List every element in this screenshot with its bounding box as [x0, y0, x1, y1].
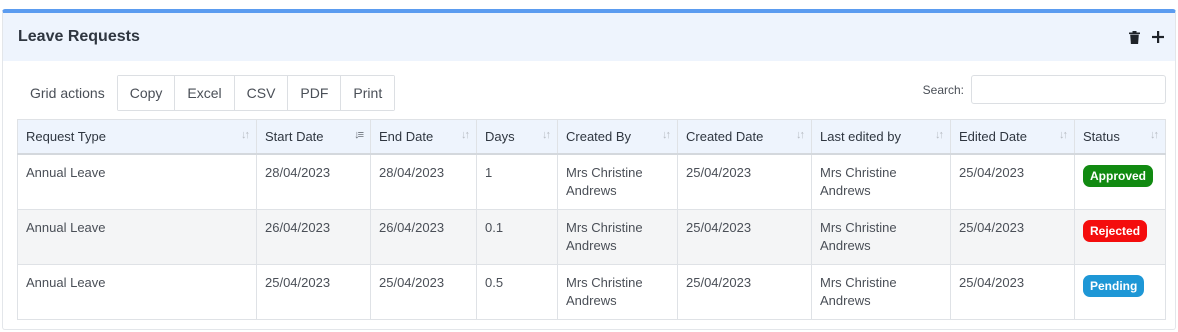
column-header-request-type[interactable]: Request Type ↓↑	[17, 119, 257, 155]
cell-edited-date: 25/04/2023	[950, 263, 1075, 320]
sort-descending-icon: ↓≡	[354, 129, 364, 141]
column-header-status[interactable]: Status ↓↑	[1074, 119, 1166, 155]
cell-edited-date: 25/04/2023	[950, 153, 1075, 210]
sort-icon: ↓↑	[461, 129, 470, 141]
column-header-start-date[interactable]: Start Date ↓≡	[256, 119, 371, 155]
leave-requests-panel: Leave Requests Grid actions Copy Excel C…	[2, 9, 1176, 330]
plus-icon[interactable]	[1151, 30, 1165, 44]
column-header-label: Days	[485, 128, 515, 144]
sort-icon: ↓↑	[796, 129, 805, 141]
search-input[interactable]	[971, 75, 1166, 104]
cell-edited-date: 25/04/2023	[950, 208, 1075, 265]
cell-created-by: Mrs Christine Andrews	[557, 208, 678, 265]
table-row[interactable]: Annual Leave 26/04/2023 26/04/2023 0.1 M…	[17, 208, 1166, 265]
cell-status: Pending	[1074, 263, 1166, 320]
cell-days: 1	[476, 153, 558, 210]
cell-end-date: 25/04/2023	[370, 263, 477, 320]
column-header-label: Created By	[566, 128, 632, 144]
pdf-button[interactable]: PDF	[288, 76, 342, 110]
grid-actions-label: Grid actions	[30, 85, 105, 101]
cell-created-by: Mrs Christine Andrews	[557, 263, 678, 320]
grid-toolbar: Grid actions Copy Excel CSV PDF Print Se…	[15, 75, 1166, 113]
grid-actions: Grid actions Copy Excel CSV PDF Print	[15, 75, 396, 111]
sort-icon: ↓↑	[241, 129, 250, 141]
column-header-label: Last edited by	[820, 128, 901, 144]
cell-days: 0.5	[476, 263, 558, 320]
status-badge: Rejected	[1083, 219, 1148, 242]
panel-title: Leave Requests	[18, 28, 140, 45]
export-button-group: Copy Excel CSV PDF Print	[116, 75, 396, 111]
sort-icon: ↓↑	[1150, 129, 1159, 141]
cell-start-date: 25/04/2023	[256, 263, 371, 320]
cell-last-edited-by: Mrs Christine Andrews	[811, 153, 951, 210]
excel-button[interactable]: Excel	[175, 76, 235, 110]
table-row[interactable]: Annual Leave 28/04/2023 28/04/2023 1 Mrs…	[17, 153, 1166, 210]
csv-button[interactable]: CSV	[234, 76, 289, 110]
search-area: Search:	[923, 75, 1166, 104]
cell-status: Rejected	[1074, 208, 1166, 265]
column-header-label: Start Date	[265, 128, 324, 144]
table-header-row: Request Type ↓↑ Start Date ↓≡ End Date ↓↑ D…	[17, 119, 1166, 155]
cell-days: 0.1	[476, 208, 558, 265]
column-header-last-edited-by[interactable]: Last edited by ↓↑	[811, 119, 951, 155]
column-header-days[interactable]: Days ↓↑	[476, 119, 558, 155]
cell-start-date: 28/04/2023	[256, 153, 371, 210]
cell-created-by: Mrs Christine Andrews	[557, 153, 678, 210]
sort-icon: ↓↑	[662, 129, 671, 141]
cell-status: Approved	[1074, 153, 1166, 210]
cell-request-type: Annual Leave	[17, 153, 257, 210]
header-tools	[1127, 30, 1165, 44]
cell-created-date: 25/04/2023	[677, 208, 812, 265]
status-badge: Pending	[1083, 274, 1145, 297]
column-header-created-by[interactable]: Created By ↓↑	[557, 119, 678, 155]
cell-end-date: 28/04/2023	[370, 153, 477, 210]
cell-start-date: 26/04/2023	[256, 208, 371, 265]
trash-icon[interactable]	[1127, 30, 1141, 44]
cell-request-type: Annual Leave	[17, 208, 257, 265]
search-label: Search:	[922, 82, 964, 97]
print-button[interactable]: Print	[341, 76, 395, 110]
cell-last-edited-by: Mrs Christine Andrews	[811, 208, 951, 265]
cell-created-date: 25/04/2023	[677, 153, 812, 210]
column-header-label: Status	[1083, 128, 1120, 144]
column-header-end-date[interactable]: End Date ↓↑	[370, 119, 477, 155]
sort-icon: ↓↑	[1059, 129, 1068, 141]
column-header-label: Request Type	[26, 128, 106, 144]
cell-created-date: 25/04/2023	[677, 263, 812, 320]
sort-icon: ↓↑	[935, 129, 944, 141]
panel-header: Leave Requests	[3, 13, 1175, 61]
cell-last-edited-by: Mrs Christine Andrews	[811, 263, 951, 320]
leave-requests-table: Request Type ↓↑ Start Date ↓≡ End Date ↓↑ D…	[17, 119, 1166, 320]
status-badge: Approved	[1083, 164, 1154, 187]
cell-end-date: 26/04/2023	[370, 208, 477, 265]
copy-button[interactable]: Copy	[117, 76, 176, 110]
column-header-edited-date[interactable]: Edited Date ↓↑	[950, 119, 1075, 155]
cell-request-type: Annual Leave	[17, 263, 257, 320]
column-header-label: Edited Date	[959, 128, 1027, 144]
column-header-label: End Date	[379, 128, 434, 144]
sort-icon: ↓↑	[542, 129, 551, 141]
column-header-created-date[interactable]: Created Date ↓↑	[677, 119, 812, 155]
column-header-label: Created Date	[686, 128, 764, 144]
table-row[interactable]: Annual Leave 25/04/2023 25/04/2023 0.5 M…	[17, 263, 1166, 320]
